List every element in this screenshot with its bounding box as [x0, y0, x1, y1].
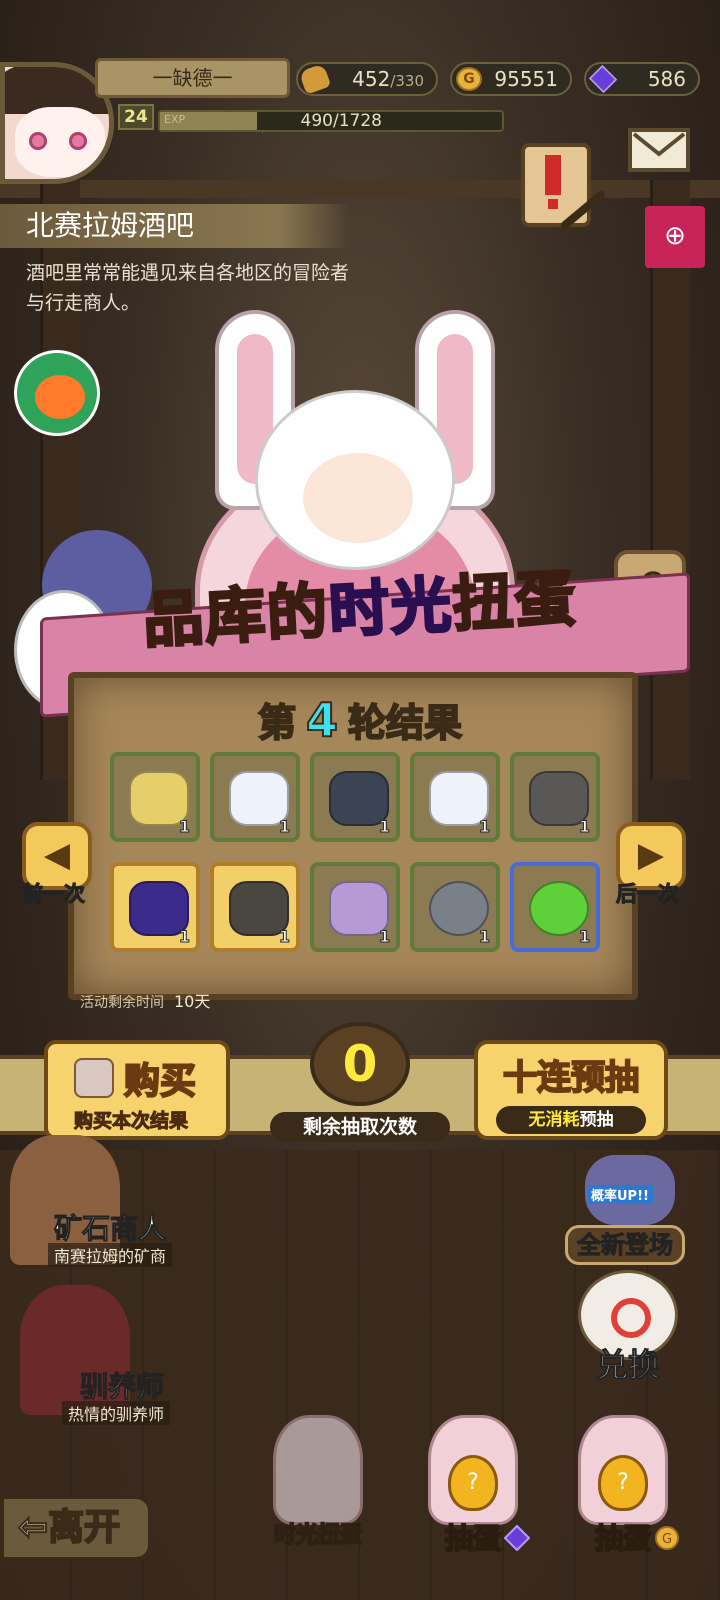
npc-ore-merchant[interactable]: 矿石商人 南赛拉姆的矿商: [0, 1135, 260, 1267]
envelope-icon: [632, 132, 686, 157]
ten-pull-preview-button[interactable]: 十连预抽 无消耗预抽: [474, 1040, 668, 1140]
right-arrow-icon: ▶: [637, 835, 665, 875]
exchange-button[interactable]: 兑换: [568, 1270, 688, 1400]
result-slot[interactable]: 1: [510, 752, 600, 842]
result-slot[interactable]: 1: [110, 862, 200, 952]
time-left-value: 10天: [174, 992, 211, 1011]
banner-title-highlight: 时光: [326, 569, 456, 648]
stamina-max: /330: [390, 72, 424, 90]
round-number: 4: [305, 692, 339, 748]
left-arrow-icon: ◀: [43, 835, 71, 875]
leave-button[interactable]: ⇦离开: [0, 1495, 152, 1561]
result-slot[interactable]: 1: [210, 862, 300, 952]
item-count: 1: [178, 817, 190, 837]
new-arrival-label: 全新登场: [565, 1225, 685, 1265]
buy-subtitle: 购买本次结果: [73, 1110, 189, 1133]
gold-coin-icon: G: [655, 1526, 679, 1550]
item-count: 1: [478, 817, 490, 837]
mascot-event-button[interactable]: [14, 350, 100, 436]
avatar-eye: [69, 132, 87, 150]
purple-gem-icon: [504, 1525, 530, 1551]
npc-name: 矿石商人: [53, 1212, 167, 1246]
stamina-current: 452: [352, 67, 391, 91]
result-slot[interactable]: 1: [310, 752, 400, 842]
gold-counter[interactable]: G 95551: [450, 62, 572, 96]
result-slot[interactable]: 1: [410, 862, 500, 952]
remaining-count: 0: [342, 1035, 378, 1093]
round-prefix: 第: [257, 700, 297, 746]
result-slot[interactable]: 1: [110, 752, 200, 842]
preview-label: 预抽: [579, 1110, 614, 1130]
time-left-label: 活动剩余时间: [80, 995, 164, 1011]
previous-label: 前一次: [22, 882, 86, 907]
result-slot[interactable]: 1: [210, 752, 300, 842]
remaining-draws-counter: 0: [310, 1022, 410, 1106]
new-arrival-button[interactable]: 概率UP!! 全新登场: [555, 1155, 695, 1265]
gem-value: 586: [647, 67, 686, 91]
stamina-value: 452/330: [352, 64, 424, 96]
golden-egg-icon: ?: [598, 1455, 648, 1511]
quest-scroll-icon[interactable]: [505, 135, 605, 245]
golden-egg-icon: ?: [448, 1455, 498, 1511]
ceiling-beam: [0, 180, 720, 198]
svg-text:G: G: [662, 1532, 672, 1547]
exp-label: EXP: [164, 113, 186, 126]
time-gacha-tab[interactable]: 时光扭蛋: [255, 1415, 381, 1565]
zoom-in-button[interactable]: ⊕: [645, 206, 705, 268]
result-slot[interactable]: 1: [310, 862, 400, 952]
time-gacha-label: 时光扭蛋: [273, 1522, 363, 1549]
avatar-face: [15, 107, 105, 177]
exp-text: 490/1728: [300, 111, 382, 131]
result-slot[interactable]: 1: [410, 752, 500, 842]
item-count: 1: [278, 927, 290, 947]
item-count: 1: [578, 817, 590, 837]
item-count: 1: [378, 817, 390, 837]
next-label: 后一次: [616, 882, 680, 907]
gold-value: 95551: [494, 67, 558, 91]
purple-gem-icon: [588, 64, 618, 94]
npc-subtitle: 热情的驯养师: [62, 1401, 171, 1425]
no-cost-label: 无消耗: [528, 1110, 580, 1130]
mascot-icon: [35, 375, 85, 419]
wooden-pillar: [650, 180, 690, 780]
banner-title-part2: 扭蛋: [450, 562, 580, 641]
sheep-mascot: [255, 390, 455, 570]
time-gacha-icon: [273, 1415, 363, 1525]
exp-bar: EXP 490/1728: [158, 110, 504, 132]
bread-icon: [298, 63, 332, 95]
item-count: 1: [578, 927, 590, 947]
round-suffix: 轮结果: [347, 700, 463, 746]
round-title: 第 4 轮结果: [0, 692, 720, 748]
gem-counter[interactable]: 586: [584, 62, 700, 96]
npc-subtitle: 南赛拉姆的矿商: [48, 1243, 173, 1267]
npc-name: 驯养师: [79, 1370, 165, 1404]
stamina-counter[interactable]: 452/330: [296, 62, 438, 96]
avatar-eye: [29, 132, 47, 150]
npc-tamer[interactable]: 驯养师 热情的驯养师: [0, 1285, 260, 1425]
magnifier-icon: ⊕: [664, 221, 686, 251]
result-slot[interactable]: 1: [510, 862, 600, 952]
location-description: 酒吧里常常能遇见来自各地区的冒险者与行走商人。: [26, 262, 350, 314]
ten-pull-title: 十连预抽: [502, 1057, 640, 1099]
exchange-label: 兑换: [595, 1346, 660, 1385]
draw-egg-gem-button[interactable]: ? 抽蛋: [410, 1415, 536, 1565]
mail-button[interactable]: [628, 128, 690, 172]
draw-egg-gold-button[interactable]: ? 抽蛋 G: [560, 1415, 686, 1565]
player-level: 24: [118, 104, 154, 130]
location-title: 北赛拉姆酒吧: [0, 204, 350, 248]
item-count: 1: [278, 817, 290, 837]
ten-pull-subtitle: 无消耗预抽: [496, 1106, 646, 1134]
item-count: 1: [478, 927, 490, 947]
remaining-draws-label: 剩余抽取次数: [270, 1112, 450, 1142]
gold-coin-icon: G: [456, 67, 482, 91]
event-time-left: 活动剩余时间 10天: [80, 988, 210, 1012]
rate-up-tag: 概率UP!!: [587, 1185, 653, 1204]
item-count: 1: [178, 927, 190, 947]
player-name: 一缺德一: [95, 58, 290, 98]
buy-title: 购买: [123, 1060, 197, 1103]
buy-result-button[interactable]: 购买 购买本次结果: [44, 1040, 230, 1140]
item-count: 1: [378, 927, 390, 947]
banner-title-part1: 品库的: [140, 575, 332, 658]
capsule-icon: [74, 1058, 114, 1098]
